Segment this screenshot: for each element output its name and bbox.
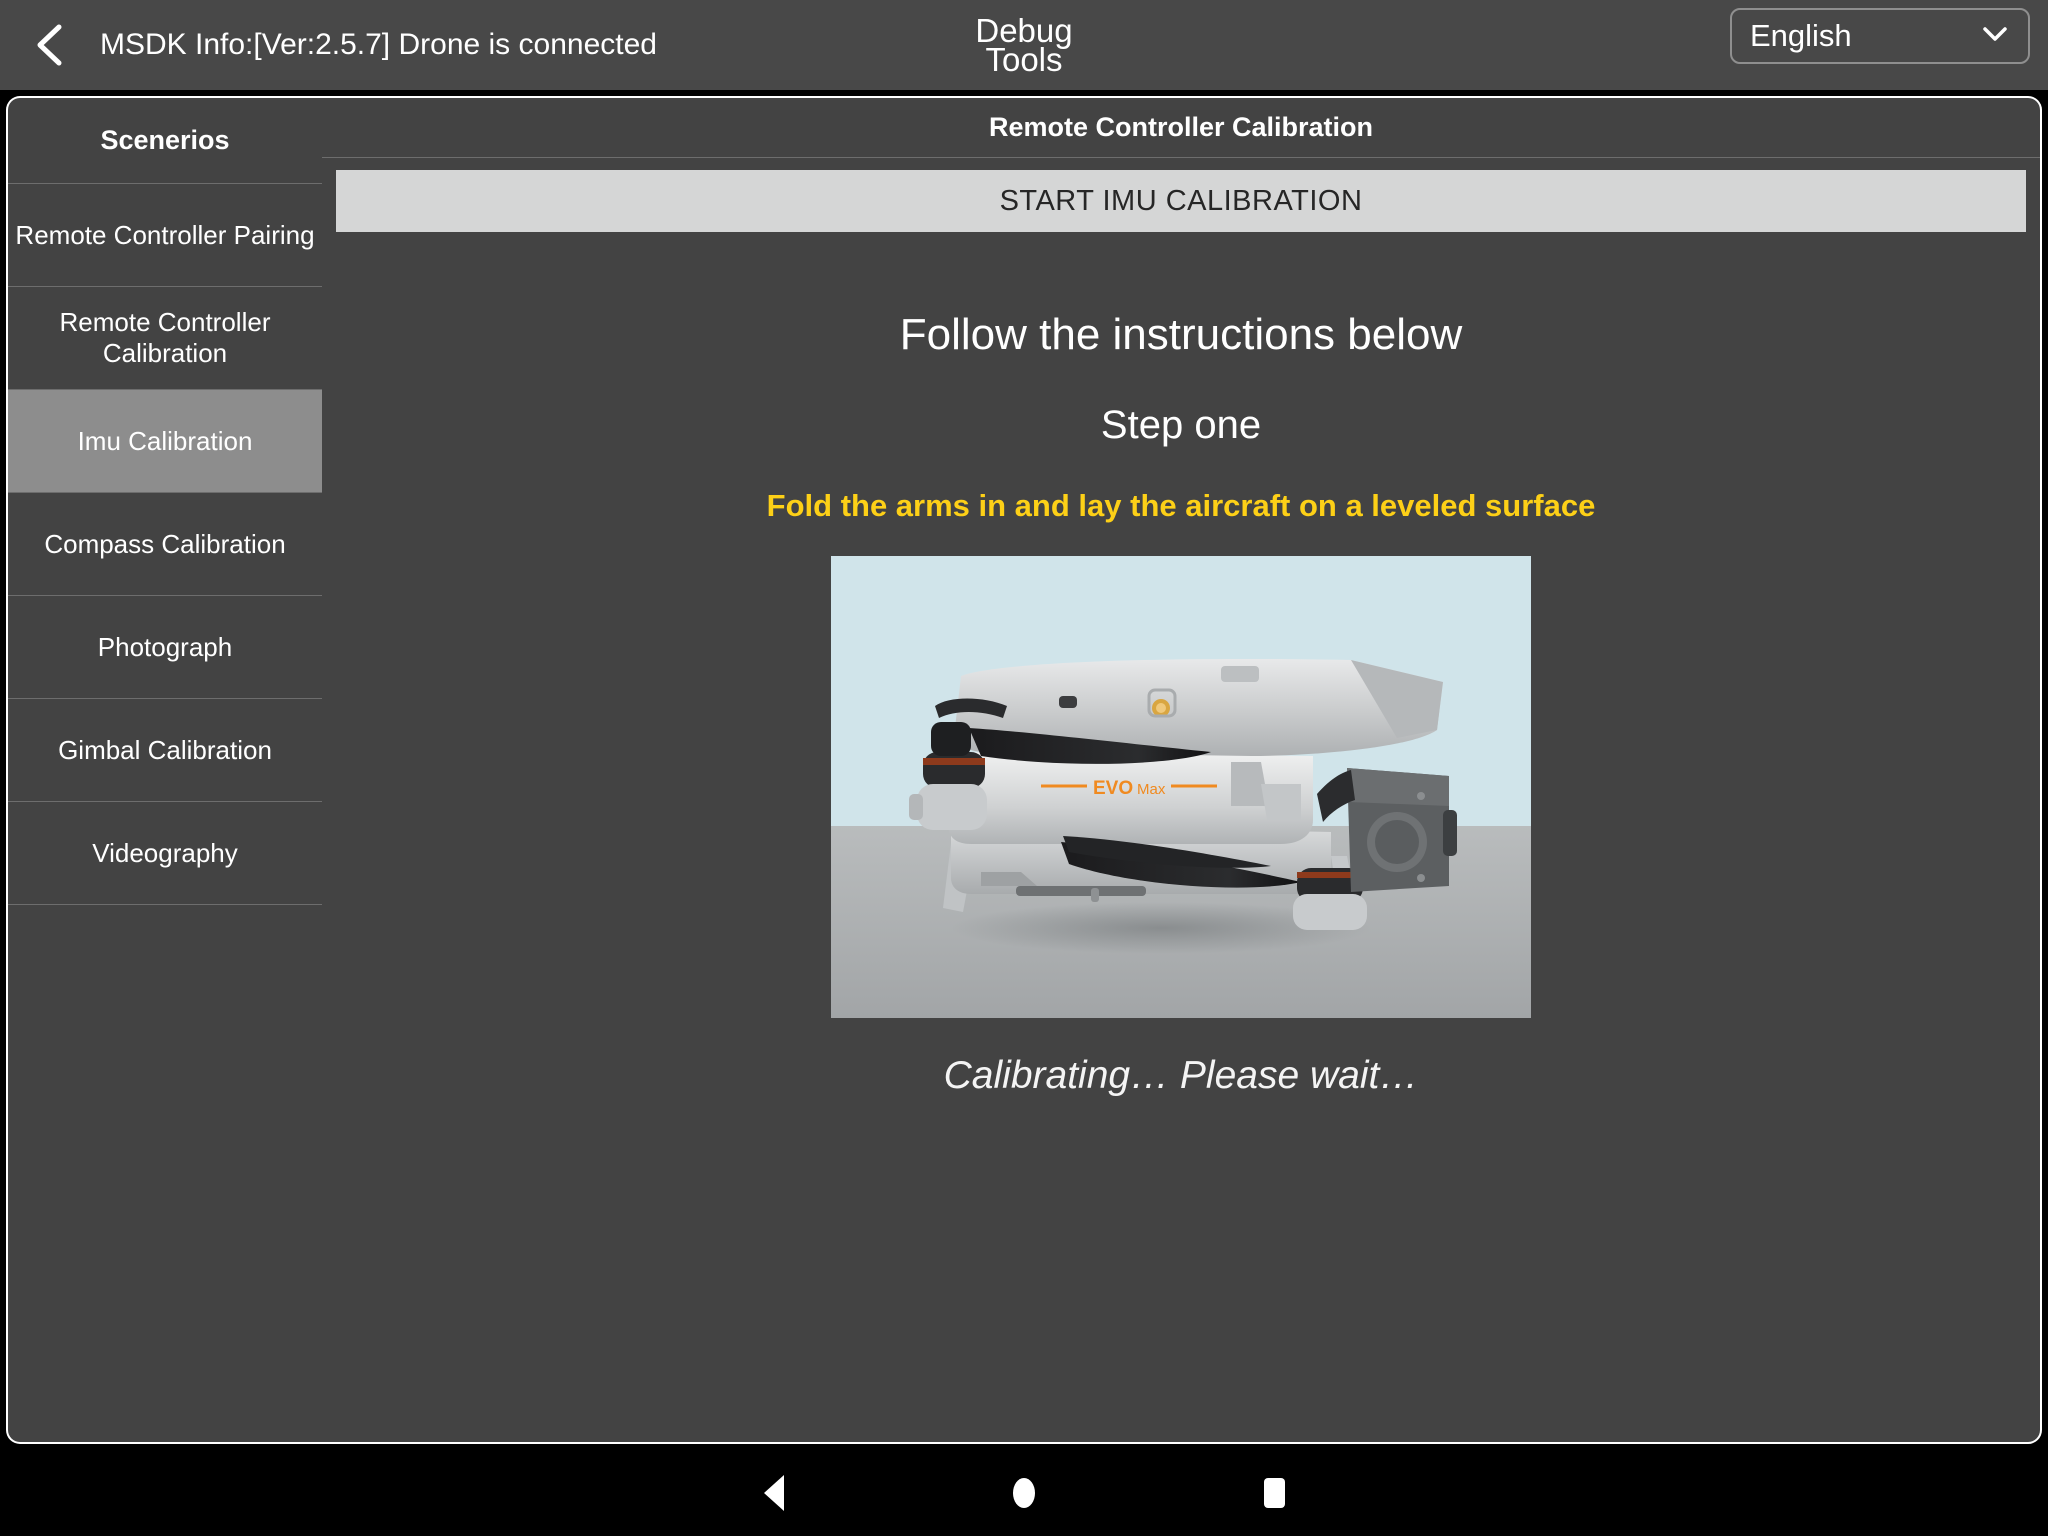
start-imu-calibration-button[interactable]: START IMU CALIBRATION xyxy=(336,170,2026,232)
drone-brand-text: EVO xyxy=(1093,778,1133,799)
nav-recents-button[interactable] xyxy=(1149,1450,1399,1536)
chevron-down-icon xyxy=(1980,24,2010,49)
app-root: MSDK Info:[Ver:2.5.7] Drone is connected… xyxy=(0,0,2048,1536)
nav-home-icon xyxy=(1013,1478,1035,1508)
sidebar-item-label: Remote Controller Calibration xyxy=(59,307,271,368)
back-button[interactable] xyxy=(0,0,100,90)
app-title-line1: Debug xyxy=(975,12,1073,49)
drone-model-text: Max xyxy=(1137,781,1166,798)
sidebar-item-imu-calibration[interactable]: Imu Calibration xyxy=(8,390,322,493)
sidebar-item-label: Videography xyxy=(92,837,238,868)
sidebar-item-label: Photograph xyxy=(97,631,233,662)
sidebar-item-compass-calibration[interactable]: Compass Calibration xyxy=(8,493,322,596)
sidebar-item-label: Imu Calibration xyxy=(77,425,253,456)
msdk-info-label: MSDK Info:[Ver:2.5.7] Drone is connected xyxy=(100,28,657,61)
step-detail-text: Fold the arms in and lay the aircraft on… xyxy=(766,488,1596,523)
calibration-status-text: Calibrating… Please wait… xyxy=(943,1054,1419,1097)
sidebar-item-photograph[interactable]: Photograph xyxy=(8,596,322,699)
panel-content: START IMU CALIBRATION Follow the instruc… xyxy=(322,158,2040,1442)
language-select-value: English xyxy=(1750,18,1852,53)
nav-recents-icon xyxy=(1263,1478,1285,1508)
nav-home-button[interactable] xyxy=(899,1450,1149,1536)
sidebar: Scenerios Remote Controller Pairing Remo… xyxy=(6,96,322,1444)
body-container: Scenerios Remote Controller Pairing Remo… xyxy=(0,90,2048,1450)
nav-back-icon xyxy=(764,1475,784,1511)
step-heading: Step one xyxy=(1100,403,1262,447)
drone-folded-arms-illustration: EVO Max xyxy=(831,556,1531,1018)
sidebar-item-videography[interactable]: Videography xyxy=(8,802,322,905)
app-title-line2: Tools xyxy=(985,41,1063,78)
language-select[interactable]: English xyxy=(1730,8,2030,64)
chevron-left-icon xyxy=(32,22,68,68)
sidebar-empty-area xyxy=(8,905,322,1442)
sidebar-item-label: Remote Controller Pairing xyxy=(15,219,315,250)
sidebar-item-remote-controller-pairing[interactable]: Remote Controller Pairing xyxy=(8,184,322,287)
sidebar-item-label: Gimbal Calibration xyxy=(58,734,272,765)
panel-title: Remote Controller Calibration xyxy=(322,98,2040,158)
sidebar-title: Scenerios xyxy=(8,98,322,184)
sidebar-item-remote-controller-calibration[interactable]: Remote Controller Calibration xyxy=(8,287,322,390)
android-nav-bar xyxy=(0,1450,2048,1536)
sidebar-item-gimbal-calibration[interactable]: Gimbal Calibration xyxy=(8,699,322,802)
main-panel: Remote Controller Calibration START IMU … xyxy=(322,96,2042,1444)
nav-back-button[interactable] xyxy=(649,1450,899,1536)
sidebar-item-label: Compass Calibration xyxy=(44,528,286,559)
instructions-heading: Follow the instructions below xyxy=(899,310,1463,359)
top-bar: MSDK Info:[Ver:2.5.7] Drone is connected… xyxy=(0,0,2048,90)
